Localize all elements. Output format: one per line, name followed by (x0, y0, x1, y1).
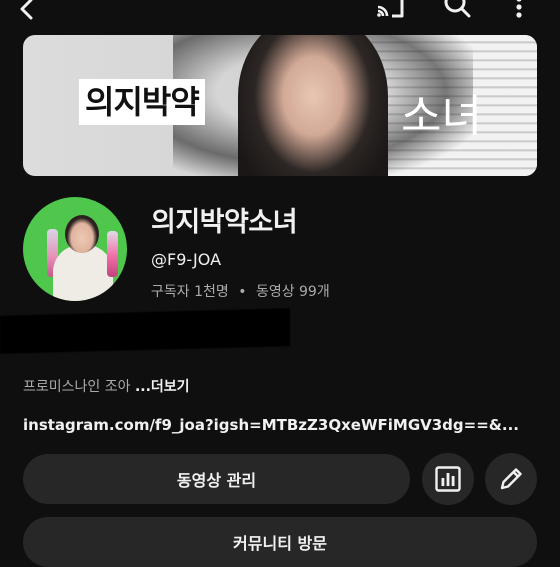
channel-banner: 의지박약 소녀 (23, 35, 537, 176)
top-app-bar (0, 0, 560, 28)
community-label: 커뮤니티 방문 (233, 534, 327, 553)
analytics-icon (435, 466, 461, 492)
stats-separator: • (238, 284, 247, 300)
channel-avatar[interactable] (23, 197, 127, 301)
more-vertical-icon (516, 0, 522, 18)
description-text: 프로미스나인 조아 (23, 379, 135, 395)
avatar-head (65, 215, 99, 253)
channel-description[interactable]: 프로미스나인 조아 ...더보기 (23, 376, 190, 396)
video-count: 동영상 99개 (255, 284, 330, 300)
analytics-button[interactable] (422, 453, 474, 505)
edit-pencil-icon (500, 468, 522, 490)
subscriber-count: 구독자 1천명 (151, 284, 229, 300)
more-link[interactable]: ...더보기 (135, 379, 190, 395)
back-button[interactable] (12, 0, 42, 22)
search-button[interactable] (440, 0, 474, 20)
more-options-button[interactable] (505, 0, 533, 20)
banner-text-right: 소녀 (401, 91, 482, 142)
banner-text-left: 의지박약 (79, 79, 205, 125)
cast-icon (377, 0, 404, 18)
manage-videos-label: 동영상 관리 (176, 471, 257, 490)
edit-button[interactable] (485, 453, 537, 505)
redaction-mark (0, 308, 290, 354)
channel-handle: @F9-JOA (151, 250, 222, 269)
back-arrow-icon (20, 0, 33, 20)
avatar-body (53, 245, 113, 301)
channel-stats: 구독자 1천명 • 동영상 99개 (151, 281, 330, 301)
manage-videos-button[interactable]: 동영상 관리 (23, 454, 410, 504)
cast-button[interactable] (372, 0, 408, 20)
channel-link[interactable]: instagram.com/f9_joa?igsh=MTBzZ3QxeWFiMG… (23, 416, 519, 434)
avatar-bottle-right (107, 231, 118, 277)
banner-portrait (238, 35, 388, 176)
search-icon (444, 0, 471, 18)
channel-name: 의지박약소녀 (151, 207, 298, 238)
